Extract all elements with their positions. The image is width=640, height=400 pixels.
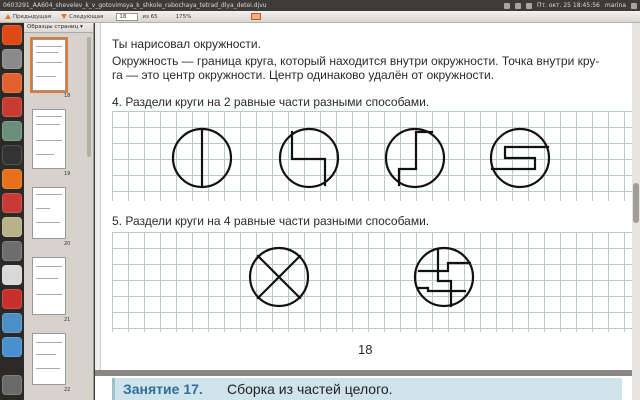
- network-icon[interactable]: [514, 2, 521, 9]
- ubuntu-one-icon[interactable]: [2, 193, 22, 213]
- circle-2: [278, 127, 340, 189]
- sidebar-header[interactable]: Образцы страниц ▾: [24, 23, 93, 33]
- arrow-down-icon: [61, 14, 68, 19]
- mail-icon[interactable]: [503, 2, 510, 9]
- workspace-icon[interactable]: [2, 313, 22, 333]
- circle-6: [413, 246, 475, 308]
- previous-page-label: Предыдущая: [13, 13, 52, 20]
- page-thumbnail[interactable]: [32, 109, 66, 169]
- terminal-icon[interactable]: [2, 145, 22, 165]
- thumbnail-label: 18: [64, 93, 71, 99]
- circle-4: [489, 127, 551, 189]
- fit-page-icon[interactable]: [251, 13, 262, 20]
- document-view[interactable]: Ты нарисовал окружности. Окружность — гр…: [95, 23, 640, 400]
- circle-drawings: [171, 127, 551, 308]
- clock-label[interactable]: Пт. окт. 25 18:45:56: [537, 0, 600, 11]
- dash-icon[interactable]: [2, 25, 22, 45]
- sidebar-scrollbar[interactable]: [87, 37, 91, 157]
- scrollbar-thumb[interactable]: [633, 183, 639, 223]
- thumbnails-sidebar: Образцы страниц ▾ 18 19 20 21 22: [24, 23, 94, 400]
- panel-indicators: Пт. окт. 25 18:45:56 marina: [503, 0, 637, 11]
- page-thumbnail[interactable]: [32, 333, 66, 385]
- page-thumbnail[interactable]: [32, 39, 66, 91]
- page-number-input[interactable]: 18: [116, 12, 139, 21]
- lesson-title: Сборка из частей целого.: [227, 381, 393, 397]
- page-thumbnail[interactable]: [32, 187, 66, 239]
- vlc-icon[interactable]: [2, 97, 22, 117]
- app-red-icon[interactable]: [2, 289, 22, 309]
- launcher: [0, 23, 24, 400]
- circle-3: [384, 127, 446, 189]
- app-blue-icon[interactable]: [2, 337, 22, 357]
- page-number: 18: [358, 342, 373, 357]
- circle-1: [171, 127, 233, 189]
- power-icon[interactable]: [631, 2, 637, 9]
- app-window: 0603291_AA604_shevelev_k_v_gotovimsya_k_…: [0, 0, 640, 400]
- user-label[interactable]: marina: [605, 0, 626, 11]
- firefox-icon[interactable]: [2, 169, 22, 189]
- document-viewer-icon[interactable]: [2, 217, 22, 237]
- software-center-icon[interactable]: [2, 73, 22, 93]
- thumbnail-label: 19: [64, 171, 71, 177]
- files-icon[interactable]: [2, 121, 22, 141]
- top-panel: 0603291_AA604_shevelev_k_v_gotovimsya_k_…: [0, 0, 640, 11]
- zoom-select[interactable]: 175%: [176, 14, 192, 20]
- thumbnail-label: 20: [64, 241, 71, 247]
- home-folder-icon[interactable]: [2, 49, 22, 69]
- next-page-label: Следующая: [69, 13, 104, 20]
- page-thumbnail[interactable]: [32, 257, 66, 315]
- page-19-top: Занятие 17. Сборка из частей целого.: [95, 376, 640, 400]
- page-18: Ты нарисовал окружности. Окружность — гр…: [95, 23, 640, 400]
- volume-icon[interactable]: [525, 2, 532, 9]
- arrow-up-icon: [5, 14, 11, 19]
- lesson-header: Занятие 17. Сборка из частей целого.: [112, 378, 622, 400]
- viewer-toolbar: Предыдущая Следующая 18 из 65 175%: [0, 11, 640, 23]
- lesson-number: Занятие 17.: [123, 381, 203, 397]
- previous-page-button[interactable]: Предыдущая: [0, 11, 56, 23]
- thumbnail-label: 22: [64, 387, 71, 393]
- writer-icon[interactable]: [2, 265, 22, 285]
- page-count-label: из 65: [142, 13, 158, 20]
- next-page-button[interactable]: Следующая: [56, 11, 108, 23]
- circle-5: [248, 246, 310, 308]
- settings-icon[interactable]: [2, 241, 22, 261]
- thumbnail-label: 21: [64, 317, 71, 323]
- document-scrollbar[interactable]: [632, 23, 640, 400]
- window-title: 0603291_AA604_shevelev_k_v_gotovimsya_k_…: [3, 2, 267, 9]
- trash-icon[interactable]: [2, 375, 22, 395]
